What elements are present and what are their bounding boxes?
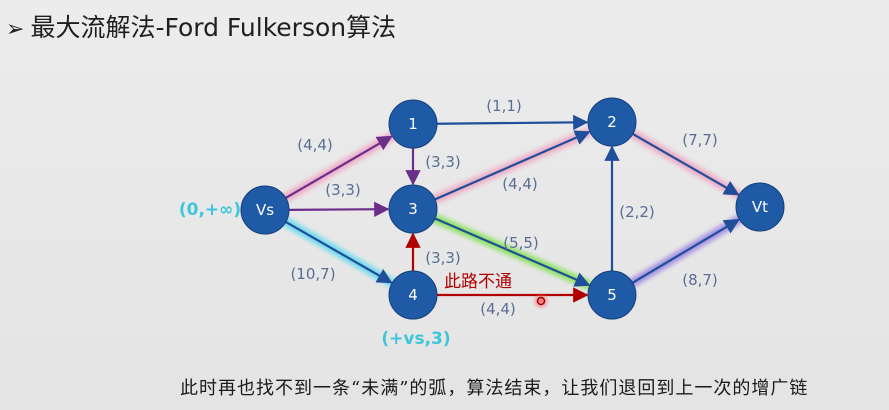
blocked-path-note: 此路不通 [444, 272, 512, 292]
pointer-glow-icon [532, 292, 550, 310]
edge-label-n3-n2: (4,4) [502, 175, 538, 193]
edge-label-n4-n5: (4,4) [480, 300, 516, 318]
node-vt: Vt [735, 182, 785, 232]
edge-label-n3-n5: (5,5) [503, 234, 539, 252]
edge-label-n4-n3: (3,3) [425, 249, 461, 267]
node-n4: 4 [388, 270, 438, 320]
node-label-n3: 3 [408, 200, 418, 218]
node-label-vt: Vt [752, 198, 768, 216]
node-label-n2: 2 [607, 113, 617, 131]
edge-label-vs-n4: (10,7) [290, 265, 335, 283]
node-mark-vs: (0,+∞) [179, 200, 241, 220]
edge-label-n5-vt: (8,7) [682, 271, 718, 289]
node-mark-n4: (+vs,3) [381, 329, 450, 349]
slide: ➢ 最大流解法-Ford Fulkerson算法 Vs 1 2 3 4 5 Vt (4,4)(… [0, 0, 889, 410]
edge-label-n5-n2: (2,2) [619, 203, 655, 221]
node-label-n4: 4 [408, 286, 418, 304]
edge-label-n2-vt: (7,7) [682, 131, 718, 149]
node-vs: Vs [240, 185, 290, 235]
edge-label-vs-n3: (3,3) [325, 181, 361, 199]
node-n2: 2 [587, 97, 637, 147]
caption-text: 此时再也找不到一条“未满”的弧，算法结束，让我们退回到上一次的增广链 [180, 378, 809, 399]
node-n3: 3 [388, 184, 438, 234]
edge-label-n1-n2: (1,1) [486, 97, 522, 115]
flow-network-diagram: Vs 1 2 3 4 5 Vt (4,4) (3,3) (10,7) (1,1) (3,3) (4,4… [179, 97, 785, 349]
node-n5: 5 [587, 270, 637, 320]
edge-n1-n2 [436, 114, 589, 131]
edge-label-n1-n3: (3,3) [425, 153, 461, 171]
node-n1: 1 [388, 99, 438, 149]
node-label-n1: 1 [408, 115, 418, 133]
node-label-n5: 5 [607, 286, 617, 304]
edge-label-vs-n1: (4,4) [297, 136, 333, 154]
edge-vs-n3 [288, 201, 390, 217]
node-label-vs: Vs [256, 201, 274, 219]
